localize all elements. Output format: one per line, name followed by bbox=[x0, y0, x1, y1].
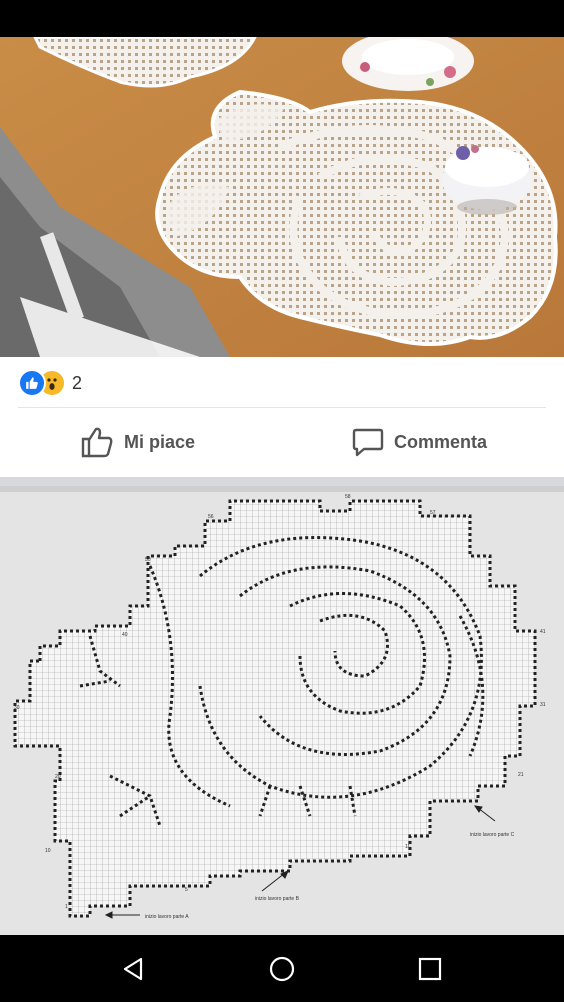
back-icon bbox=[123, 957, 143, 980]
divider bbox=[18, 407, 546, 408]
recents-icon bbox=[418, 957, 442, 980]
row-number-50: 50 bbox=[145, 557, 151, 563]
thumbs-up-icon bbox=[81, 427, 113, 458]
back-button[interactable] bbox=[109, 944, 159, 994]
label-start-a: inizio lavoro parte A bbox=[145, 914, 189, 920]
comment-button-label: Commenta bbox=[394, 431, 488, 452]
row-number-20: 20 bbox=[55, 774, 61, 780]
row-number-58: 58 bbox=[345, 494, 351, 500]
status-bar bbox=[0, 0, 564, 37]
row-number-30: 30 bbox=[14, 705, 20, 711]
post-photo-doilies[interactable] bbox=[0, 37, 564, 357]
like-reaction-icon bbox=[18, 369, 46, 397]
home-button[interactable] bbox=[257, 944, 307, 994]
row-number-10: 10 bbox=[45, 848, 51, 854]
home-icon bbox=[269, 956, 295, 981]
doily-table-image bbox=[0, 37, 564, 357]
row-number-21: 21 bbox=[518, 772, 524, 778]
comment-bubble-icon bbox=[352, 428, 384, 457]
post-photo-pattern-chart[interactable]: 56 58 57 50 40 41 30 31 20 21 10 11 1 5 … bbox=[0, 486, 564, 935]
like-button[interactable]: Mi piace bbox=[80, 422, 195, 462]
reaction-count: 2 bbox=[72, 372, 83, 393]
row-number-56: 56 bbox=[208, 514, 214, 520]
crochet-chart-image: 56 58 57 50 40 41 30 31 20 21 10 11 1 5 … bbox=[0, 486, 564, 935]
row-number-1: 1 bbox=[65, 904, 68, 910]
label-start-c: inizio lavoro parte C bbox=[470, 832, 515, 838]
navigation-bar bbox=[0, 935, 564, 1002]
label-start-b: inizio lavoro parte B bbox=[255, 896, 300, 902]
recents-button[interactable] bbox=[405, 944, 455, 994]
row-number-11: 11 bbox=[405, 844, 410, 850]
comment-button[interactable]: Commenta bbox=[352, 422, 487, 462]
row-number-5: 5 bbox=[185, 887, 188, 893]
row-number-41: 41 bbox=[540, 629, 546, 635]
row-number-40: 40 bbox=[122, 632, 128, 638]
row-number-57: 57 bbox=[430, 510, 436, 516]
row-number-31: 31 bbox=[540, 702, 546, 708]
reactions-summary[interactable]: 2 bbox=[18, 369, 83, 397]
like-button-label: Mi piace bbox=[124, 431, 196, 452]
feed-separator bbox=[0, 477, 564, 486]
